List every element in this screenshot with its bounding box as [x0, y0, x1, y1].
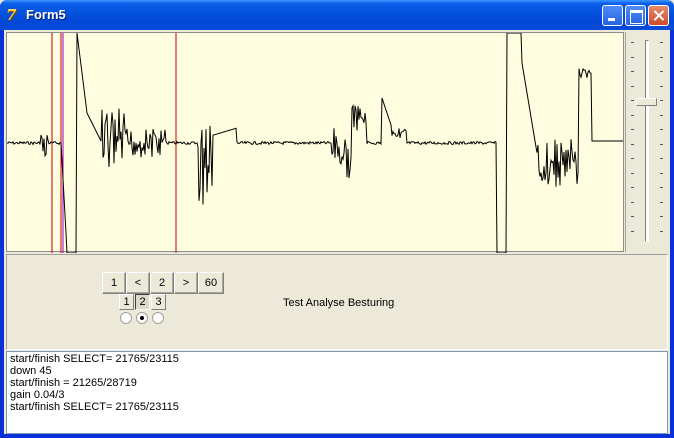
- analysis-label: Test Analyse Besturing: [283, 297, 395, 309]
- slider-tick: [631, 187, 634, 188]
- close-button[interactable]: [648, 5, 669, 26]
- slider-tick: [631, 216, 634, 217]
- gain-slider-panel: [625, 32, 668, 252]
- log-line: start/finish SELECT= 21765/23115: [10, 353, 179, 365]
- slider-tick: [631, 129, 634, 130]
- log-line: start/finish = 21265/28719: [10, 377, 137, 389]
- slider-tick: [660, 129, 663, 130]
- slider-tick: [660, 85, 663, 87]
- waveform-plot[interactable]: [6, 32, 624, 253]
- mode-radio-1[interactable]: [120, 312, 132, 324]
- form-client-area: 1 < 2 > 60 1 2 3 Test Analyse Besturing …: [4, 30, 670, 434]
- slider-tick: [660, 201, 663, 203]
- nav-next-button[interactable]: >: [174, 272, 198, 294]
- gain-slider-track[interactable]: [645, 40, 649, 242]
- minimize-button[interactable]: [602, 5, 623, 26]
- app-window: 7 Form5 1 < 2 > 60 1 2 3 Test Analyse Be…: [0, 0, 674, 438]
- slider-tick: [631, 56, 634, 58]
- waveform-svg: [7, 33, 623, 253]
- slider-tick: [631, 42, 634, 43]
- log-memo[interactable]: start/finish SELECT= 21765/23115 down 45…: [6, 351, 668, 434]
- title-bar[interactable]: 7 Form5: [0, 0, 674, 30]
- mode-radio-2[interactable]: [136, 312, 148, 324]
- slider-tick: [631, 71, 634, 72]
- waveform-trace: [7, 33, 623, 253]
- slider-tick: [631, 201, 634, 203]
- nav-first-button[interactable]: 1: [102, 272, 126, 294]
- log-line: gain 0.04/3: [10, 389, 65, 401]
- delphi-app-icon: 7: [6, 6, 17, 24]
- nav-prev-button[interactable]: <: [126, 272, 150, 294]
- mode-button-2[interactable]: 2: [135, 294, 150, 310]
- log-line: down 45: [10, 365, 52, 377]
- mode-button-3[interactable]: 3: [151, 294, 166, 310]
- nav-page-button[interactable]: 2: [150, 272, 174, 294]
- slider-tick: [631, 158, 634, 159]
- slider-tick: [660, 158, 663, 159]
- window-title: Form5: [26, 7, 66, 22]
- slider-tick: [660, 230, 663, 232]
- nav-last-button[interactable]: 60: [198, 272, 224, 294]
- slider-tick: [660, 56, 663, 58]
- gain-slider-thumb[interactable]: [636, 98, 657, 106]
- slider-tick: [631, 172, 634, 174]
- slider-tick: [631, 114, 634, 116]
- maximize-button[interactable]: [625, 5, 646, 26]
- log-line: start/finish SELECT= 21765/23115: [10, 401, 179, 413]
- slider-tick: [660, 216, 663, 217]
- slider-tick: [660, 100, 663, 101]
- slider-tick: [631, 85, 634, 87]
- slider-tick: [660, 187, 663, 188]
- slider-tick: [660, 172, 663, 174]
- mode-radio-3[interactable]: [152, 312, 164, 324]
- slider-tick: [631, 100, 634, 101]
- slider-tick: [660, 114, 663, 116]
- control-panel: 1 < 2 > 60 1 2 3 Test Analyse Besturing: [6, 254, 668, 350]
- slider-tick: [631, 230, 634, 232]
- slider-tick: [660, 71, 663, 72]
- mode-button-1[interactable]: 1: [119, 294, 134, 310]
- slider-tick: [660, 42, 663, 43]
- slider-tick: [660, 143, 663, 145]
- slider-tick: [631, 143, 634, 145]
